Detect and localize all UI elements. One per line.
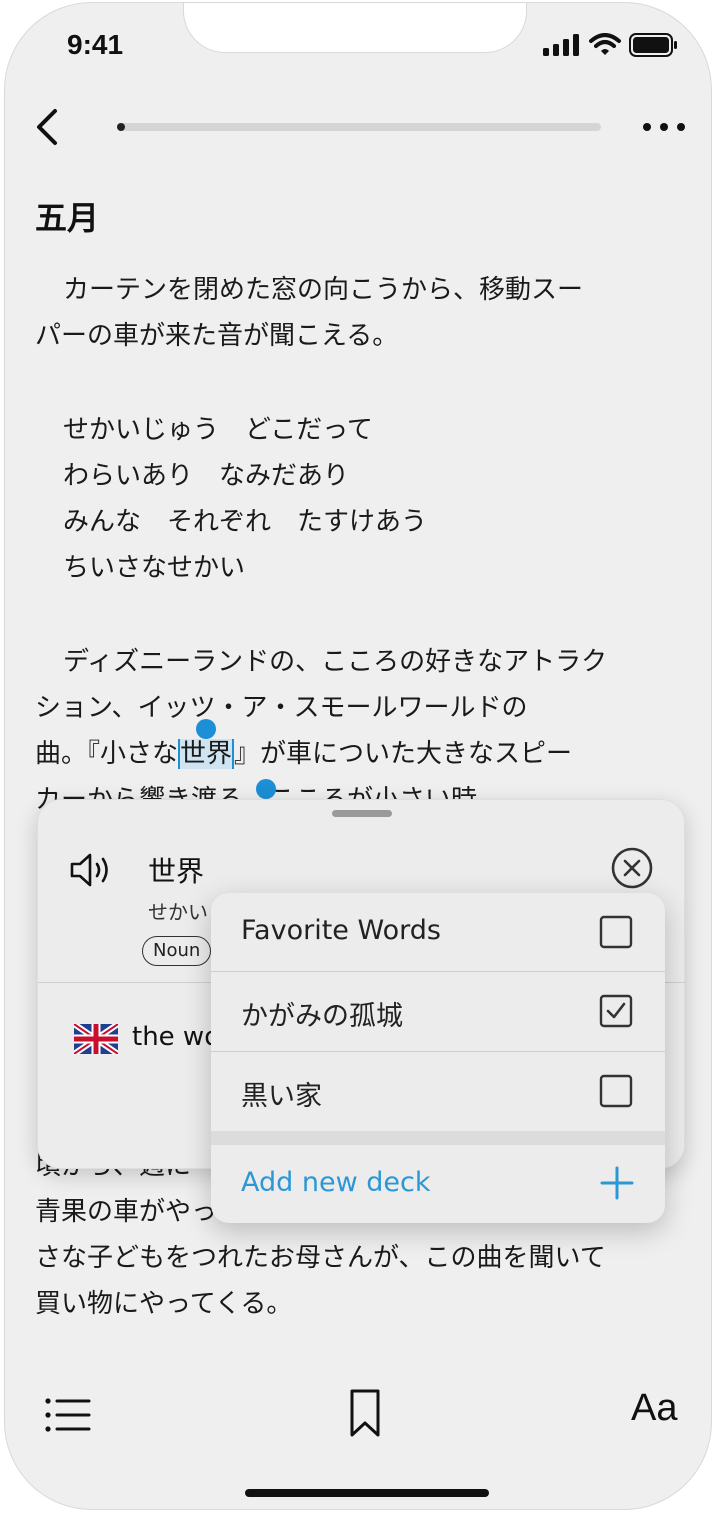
deck-label: Favorite Words <box>241 915 441 946</box>
battery-icon <box>629 33 677 57</box>
more-options-button[interactable] <box>639 115 689 139</box>
paragraph-2: ディズニーランドの、こころの好きなアトラク ション、イッツ・ア・スモールワールド… <box>35 639 675 823</box>
text-line: ション、イッツ・ア・スモールワールドの <box>35 693 528 723</box>
close-icon[interactable] <box>610 846 654 890</box>
poem: せかいじゅう どこだって わらいあり なみだあり みんな それぞれ たすけあう … <box>35 407 675 591</box>
back-button[interactable] <box>29 103 69 151</box>
signal-icon <box>543 34 579 56</box>
table-of-contents-icon[interactable] <box>43 1393 91 1437</box>
menu-section-gap <box>211 1131 665 1145</box>
text-line: カーテンを閉めた窓の向こうから、移動スー <box>63 275 584 305</box>
notch <box>183 3 527 53</box>
word-reading: せかい <box>148 900 208 924</box>
font-settings-button[interactable]: Aa <box>631 1387 677 1430</box>
status-time: 9:41 <box>67 29 124 60</box>
uk-flag-icon <box>74 1024 118 1054</box>
text-line: パーの車が来た音が聞こえる。 <box>35 321 399 351</box>
unchecked-checkbox-icon[interactable] <box>599 915 633 949</box>
deck-label: かがみの孤城 <box>241 1001 403 1032</box>
speaker-icon[interactable] <box>68 850 118 890</box>
unchecked-checkbox-icon[interactable] <box>599 1074 633 1108</box>
text-line: 買い物にやってくる。 <box>35 1289 293 1319</box>
poem-line: みんな それぞれ たすけあう <box>63 507 428 537</box>
dictionary-word: 世界 <box>148 855 205 888</box>
paragraph-1: カーテンを閉めた窓の向こうから、移動スー パーの車が来た音が聞こえる。 <box>35 267 675 359</box>
poem-line: せかいじゅう どこだって <box>63 415 373 445</box>
deck-item-kuroi-ie[interactable]: 黒い家 <box>211 1052 665 1132</box>
add-deck-label: Add new deck <box>241 1167 431 1198</box>
text-line: ディズニーランドの、こころの好きなアトラク <box>63 647 608 677</box>
deck-menu: Favorite Words かがみの孤城 黒い家 Add new deck <box>211 893 665 1223</box>
status-icons <box>543 33 679 57</box>
poem-line: ちいさなせかい <box>63 553 246 583</box>
deck-item-kagami[interactable]: かがみの孤城 <box>211 972 665 1052</box>
add-new-deck-button[interactable]: Add new deck <box>211 1145 665 1223</box>
text-line: 曲。『小さな世界』が車についた大きなスピー <box>35 731 675 777</box>
phone-screen: 9:41 五月 カーテンを閉めた窓の向こうから、移動スー パーの車が来た音が聞こ… <box>4 2 712 1510</box>
poem-line: わらいあり なみだあり <box>63 461 350 491</box>
text-segment: 』が車についた大きなスピー <box>234 739 573 769</box>
reader-nav-bar <box>5 99 711 159</box>
reading-progress-fill <box>117 123 125 131</box>
checked-checkbox-icon[interactable] <box>599 994 633 1028</box>
deck-label: 黒い家 <box>241 1081 322 1112</box>
deck-item-favorite-words[interactable]: Favorite Words <box>211 893 665 973</box>
selection-end-handle[interactable] <box>256 779 276 799</box>
wifi-icon <box>589 33 621 55</box>
home-indicator <box>245 1489 489 1497</box>
text-segment: 曲。『小さな <box>35 739 179 769</box>
bottom-toolbar: Aa <box>5 1383 711 1447</box>
sheet-grabber[interactable] <box>332 810 392 817</box>
part-of-speech-badge: Noun <box>142 936 212 966</box>
selected-word[interactable]: 世界 <box>178 739 235 769</box>
chapter-title: 五月 <box>35 199 100 237</box>
text-line: さな子どもをつれたお母さんが、この曲を聞いて <box>35 1243 606 1273</box>
reading-progress-bar[interactable] <box>117 123 601 131</box>
plus-icon <box>600 1166 634 1200</box>
bookmark-icon[interactable] <box>345 1387 385 1439</box>
selection-start-handle[interactable] <box>196 719 216 739</box>
